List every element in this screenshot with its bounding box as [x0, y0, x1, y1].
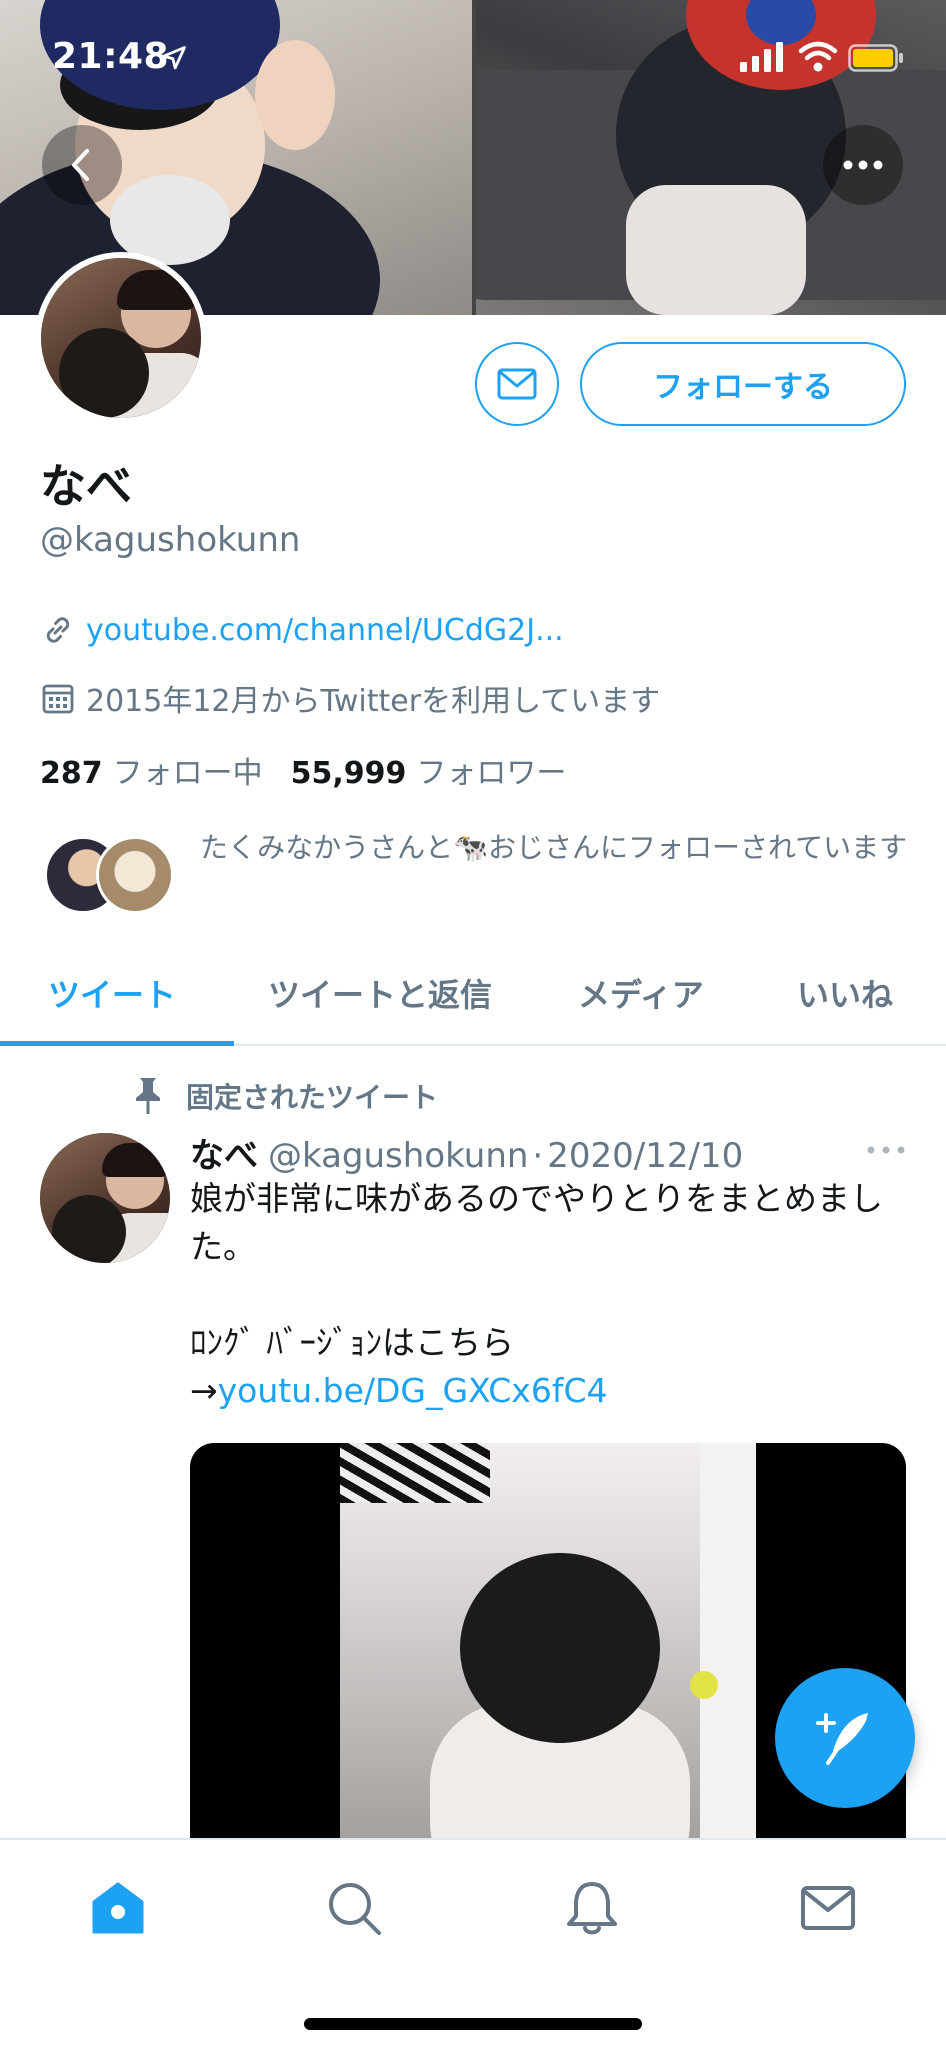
followers-label[interactable]: フォロワー [416, 748, 566, 792]
tab-tweets[interactable]: ツイート [48, 970, 176, 1016]
followers-count[interactable]: 55,999 [291, 756, 407, 791]
pinned-tweet-label: 固定されたツイート [130, 1076, 438, 1116]
profile-website-link[interactable]: youtube.com/channel/UCdG2J... [86, 613, 564, 648]
compose-feather-icon [816, 1713, 868, 1765]
avatar-image [41, 258, 201, 418]
search-icon[interactable] [324, 1878, 384, 1938]
tweet-author-avatar[interactable] [40, 1133, 170, 1263]
tab-likes[interactable]: いいね [797, 970, 893, 1016]
followed-by-section[interactable]: たくみなかうさんと🐄おじさんにフォローされています [40, 826, 910, 926]
tab-tweets-and-replies[interactable]: ツイートと返信 [268, 970, 492, 1016]
mail-icon[interactable] [798, 1878, 858, 1938]
wifi-icon [798, 41, 838, 72]
tweet-text: 娘が非常に味があるのでやりとりをまとめました。 ﾛﾝｸﾞ ﾊﾞｰｼﾞｮﾝはこちら… [190, 1175, 910, 1415]
tweet-more-icon[interactable] [866, 1140, 906, 1160]
calendar-icon [42, 684, 74, 714]
tweet-separator-dot: · [532, 1136, 544, 1176]
tab-media[interactable]: メディア [578, 970, 704, 1016]
cellular-signal-icon [740, 42, 783, 72]
video-frame [340, 1443, 756, 1863]
home-indicator [304, 2018, 642, 2030]
message-button[interactable] [475, 342, 559, 426]
followed-by-text: たくみなかうさんと🐄おじさんにフォローされています [200, 831, 908, 864]
pinned-label-text: 固定されたツイート [186, 1081, 439, 1114]
status-time: 21:48 [52, 36, 170, 77]
bell-icon[interactable] [562, 1878, 622, 1938]
profile-website[interactable]: youtube.com/channel/UCdG2J... [40, 612, 564, 648]
follow-counts: 287 フォロー中 55,999 フォロワー [40, 748, 594, 792]
battery-icon [848, 44, 903, 72]
following-count[interactable]: 287 [40, 756, 103, 791]
tweet-video[interactable] [190, 1443, 906, 1863]
link-icon [46, 617, 70, 643]
joined-text: 2015年12月からTwitterを利用しています [86, 684, 661, 719]
following-label[interactable]: フォロー中 [113, 748, 263, 792]
tweet-header: なべ @kagushokunn · 2020/12/10 [190, 1128, 743, 1177]
home-icon[interactable] [88, 1878, 148, 1938]
profile-handle: @kagushokunn [40, 520, 301, 560]
active-tab-indicator [0, 1041, 234, 1046]
chevron-left-icon [72, 149, 89, 181]
follow-button[interactable]: フォローする [580, 342, 906, 426]
profile-avatar[interactable] [35, 252, 207, 424]
back-button[interactable] [42, 125, 122, 205]
compose-tweet-button[interactable] [775, 1668, 915, 1808]
follower-avatar-2 [96, 836, 174, 914]
ellipsis-icon [843, 160, 883, 170]
tweet-text-line1: 娘が非常に味があるのでやりとりをまとめました。 [190, 1179, 883, 1266]
more-options-button[interactable] [823, 125, 903, 205]
location-arrow-icon [162, 46, 186, 70]
tweet-author-handle[interactable]: @kagushokunn [268, 1136, 528, 1176]
tweet-date[interactable]: 2020/12/10 [547, 1136, 743, 1176]
status-bar: 21:48 [0, 0, 946, 110]
profile-tabs: ツイート ツイートと返信 メディア いいね [0, 940, 946, 1046]
tweet-link[interactable]: youtu.be/DG_GXCx6fC4 [218, 1371, 608, 1410]
tweet-author-name[interactable]: なべ [190, 1128, 258, 1177]
bottom-navigation [0, 1838, 946, 2048]
pin-icon [136, 1078, 160, 1114]
profile-joined-date: 2015年12月からTwitterを利用しています [40, 676, 660, 720]
profile-display-name: なべ [40, 459, 132, 513]
mail-icon [497, 368, 537, 400]
